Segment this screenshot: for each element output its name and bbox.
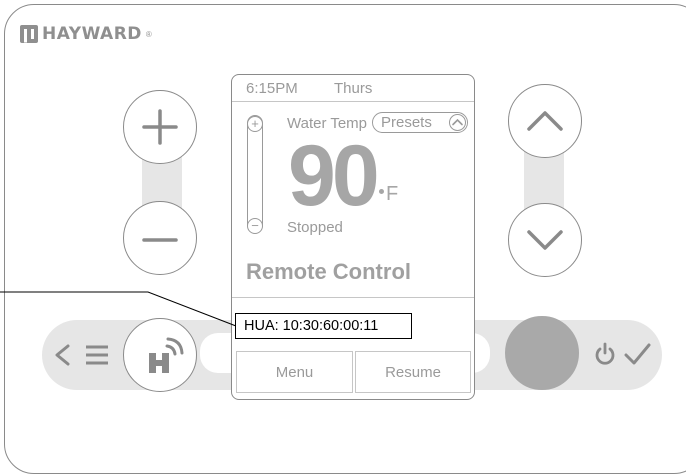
degree-symbol bbox=[379, 189, 384, 194]
clock-time: 6:15PM bbox=[246, 80, 298, 97]
power-icon bbox=[595, 342, 615, 365]
pump-status: Stopped bbox=[287, 219, 343, 236]
resume-button[interactable]: Resume bbox=[355, 351, 471, 393]
minus-icon bbox=[142, 238, 178, 242]
chevron-left-icon bbox=[55, 344, 70, 366]
brand-name: HAYWARD bbox=[42, 24, 142, 44]
chevron-up-icon bbox=[527, 111, 563, 131]
hayward-wifi-icon bbox=[149, 337, 184, 373]
hua-address-text: HUA: 10:30:60:00:11 bbox=[244, 318, 379, 334]
temp-slider[interactable] bbox=[247, 115, 263, 233]
minus-button[interactable] bbox=[123, 201, 197, 275]
plus-icon bbox=[142, 109, 178, 145]
up-button[interactable] bbox=[508, 84, 582, 158]
presets-button[interactable]: Presets bbox=[372, 112, 468, 133]
temperature-unit: F bbox=[386, 183, 399, 205]
hayward-logo-icon bbox=[20, 25, 38, 43]
footer-divider bbox=[232, 297, 474, 298]
hua-address-callout: HUA: 10:30:60:00:11 bbox=[235, 313, 412, 339]
checkmark-icon bbox=[624, 343, 651, 365]
mode-title: Remote Control bbox=[246, 259, 411, 284]
chevron-down-icon bbox=[527, 230, 563, 250]
select-button[interactable] bbox=[505, 316, 579, 390]
back-menu-button[interactable] bbox=[54, 343, 114, 367]
header-divider bbox=[232, 101, 474, 102]
power-confirm-controls[interactable] bbox=[593, 340, 657, 370]
presets-label: Presets bbox=[381, 114, 432, 131]
temperature-value: 90 bbox=[288, 128, 380, 224]
menu-button[interactable]: Menu bbox=[236, 351, 353, 393]
clock-day: Thurs bbox=[334, 80, 373, 97]
registered-mark: ® bbox=[145, 29, 152, 39]
display-screen: 6:15PM Thurs + − Water Temp Presets 90 F… bbox=[231, 74, 475, 400]
slider-plus-icon[interactable]: + bbox=[247, 116, 263, 132]
slider-minus-icon[interactable]: − bbox=[247, 218, 263, 234]
down-button[interactable] bbox=[508, 203, 582, 277]
presets-chevron-icon bbox=[449, 114, 466, 131]
hamburger-icon bbox=[86, 345, 108, 365]
brand-logo: HAYWARD ® bbox=[20, 24, 152, 44]
hayward-home-button[interactable] bbox=[123, 318, 197, 392]
plus-button[interactable] bbox=[123, 90, 197, 164]
